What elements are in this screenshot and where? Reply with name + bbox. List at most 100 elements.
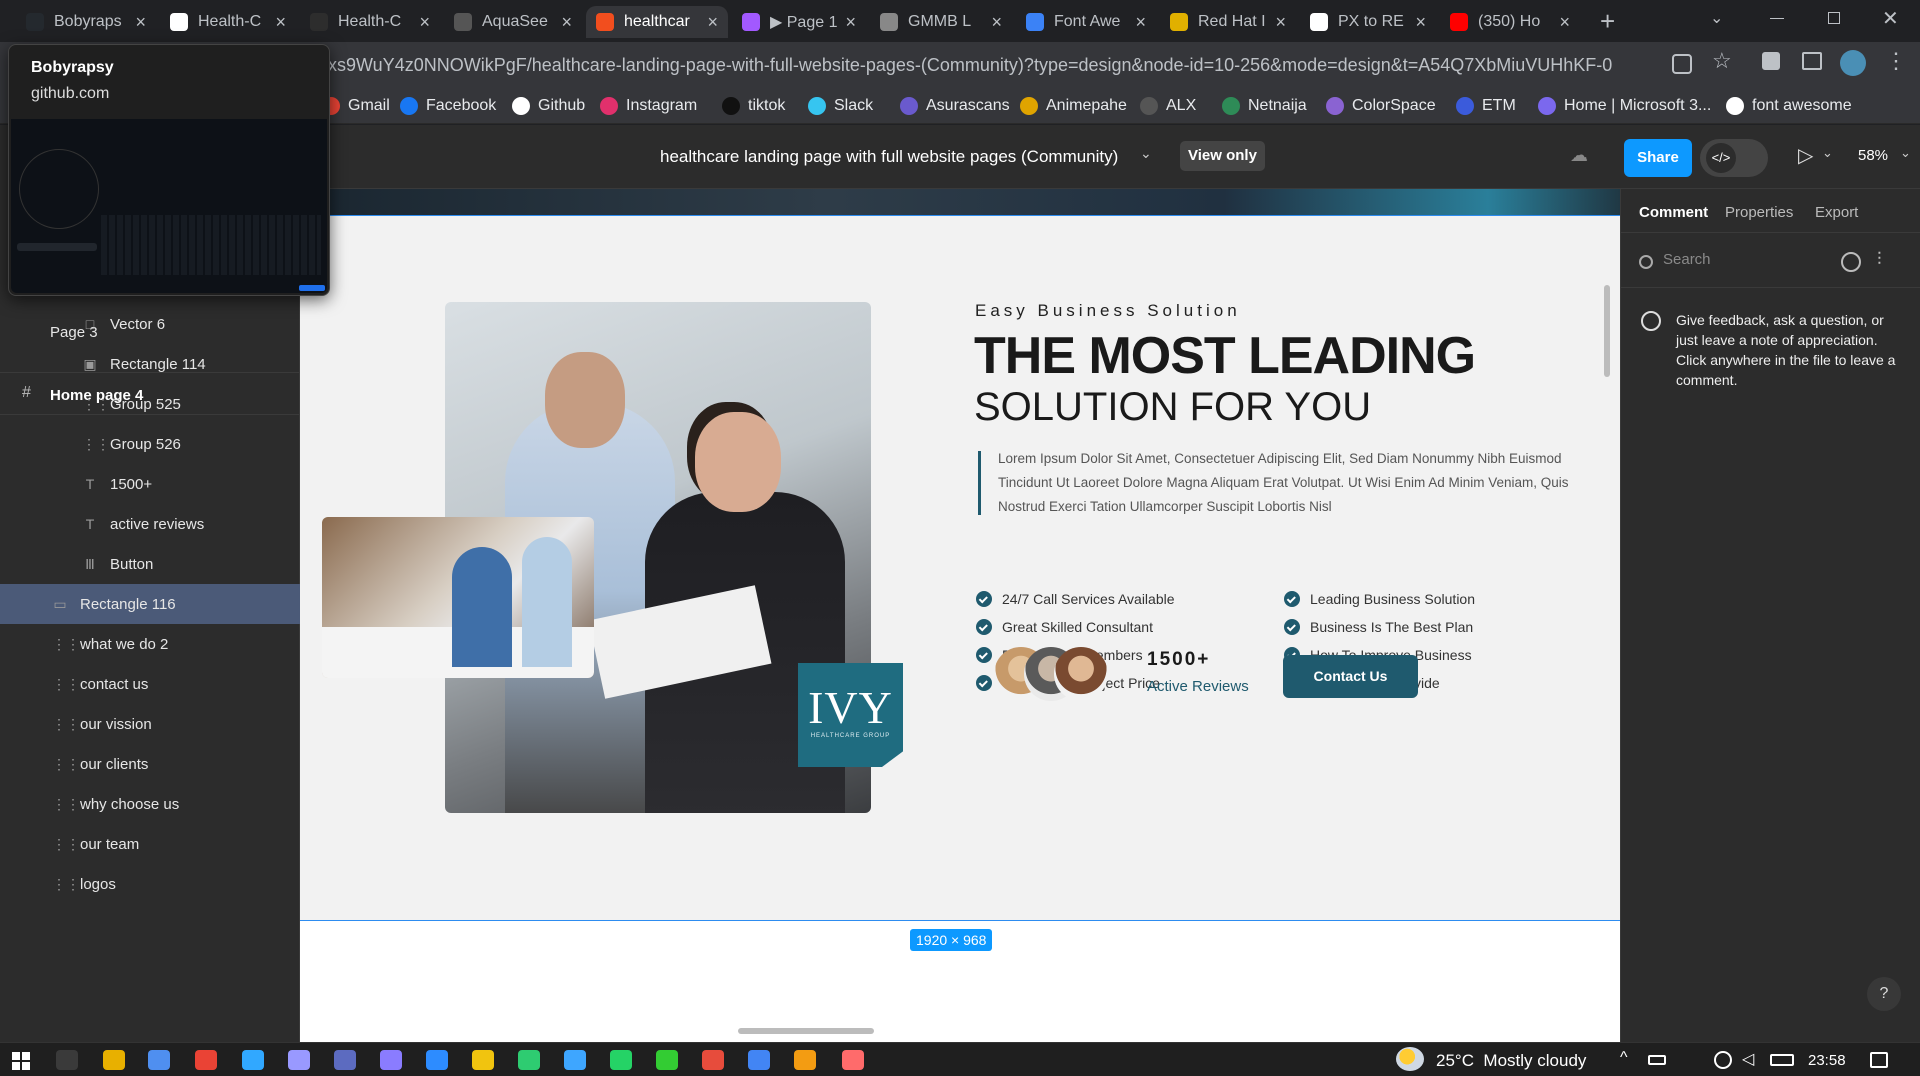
browser-menu-icon[interactable]: ⋮ xyxy=(1885,48,1907,74)
horizontal-scrollbar[interactable] xyxy=(738,1028,874,1034)
layer-item[interactable]: ⋮⋮ Group 526 xyxy=(0,424,300,464)
close-tab-icon[interactable]: × xyxy=(561,12,572,33)
close-tab-icon[interactable]: × xyxy=(419,12,430,33)
taskbar-app-icon[interactable] xyxy=(748,1050,770,1070)
chevron-down-icon[interactable]: ⌄ xyxy=(1822,145,1833,161)
browser-tab[interactable]: Font Awe × xyxy=(1016,6,1156,38)
taskbar-app-icon[interactable] xyxy=(564,1050,586,1070)
new-tab-icon[interactable]: + xyxy=(1600,6,1615,37)
close-tab-icon[interactable]: × xyxy=(275,12,286,33)
layer-item[interactable]: ⋮⋮ what we do 2 xyxy=(0,624,300,664)
taskbar-app-icon[interactable] xyxy=(842,1050,864,1070)
taskbar-app-icon[interactable] xyxy=(334,1050,356,1070)
taskbar-app-icon[interactable] xyxy=(426,1050,448,1070)
weather-text[interactable]: 25°C Mostly cloudy xyxy=(1436,1051,1586,1071)
restore-icon[interactable] xyxy=(1828,12,1840,24)
close-tab-icon[interactable]: × xyxy=(135,12,146,33)
clock[interactable]: 23:58 xyxy=(1808,1052,1846,1069)
filter-icon[interactable] xyxy=(1841,252,1861,272)
present-play-icon[interactable]: ▷ xyxy=(1798,143,1813,168)
comment-search-input[interactable]: Search xyxy=(1663,251,1711,268)
browser-tab[interactable]: Red Hat I × xyxy=(1160,6,1296,38)
layer-item[interactable]: T 1500+ xyxy=(0,464,300,504)
taskbar-app-icon[interactable] xyxy=(195,1050,217,1070)
figma-canvas[interactable]: 1920 × 968 IVY HEALTHCARE GROUP Easy Bus… xyxy=(300,189,1620,1042)
browser-tab[interactable]: PX to RE × xyxy=(1300,6,1436,38)
taskbar-app-icon[interactable] xyxy=(380,1050,402,1070)
browser-tab[interactable]: healthcar × xyxy=(586,6,728,38)
layer-item[interactable]: ▣ Rectangle 114 xyxy=(0,344,300,384)
taskbar-app-icon[interactable] xyxy=(242,1050,264,1070)
close-tab-icon[interactable]: × xyxy=(1559,12,1570,33)
bookmark-item[interactable]: Facebook xyxy=(400,94,496,118)
layer-item[interactable]: ⋮⋮ our team xyxy=(0,824,300,864)
panel-tab[interactable]: Comment xyxy=(1639,204,1708,221)
taskbar-app-icon[interactable] xyxy=(103,1050,125,1070)
file-title[interactable]: healthcare landing page with full websit… xyxy=(660,147,1118,167)
bookmark-item[interactable]: Asurascans xyxy=(900,94,1010,118)
tab-search-icon[interactable]: ⌄ xyxy=(1710,8,1723,28)
help-button[interactable]: ? xyxy=(1867,977,1901,1011)
browser-tab[interactable]: AquaSee × xyxy=(444,6,582,38)
minimize-icon[interactable] xyxy=(1770,18,1784,19)
layer-item[interactable]: ▭ Rectangle 116 xyxy=(0,584,300,624)
browser-tab[interactable]: (350) Ho × xyxy=(1440,6,1580,38)
windows-start-icon[interactable] xyxy=(12,1052,30,1070)
zoom-level[interactable]: 58% xyxy=(1858,147,1888,164)
bookmark-item[interactable]: Slack xyxy=(808,94,873,118)
layer-item[interactable]: ⋮⋮ our clients xyxy=(0,744,300,784)
close-tab-icon[interactable]: × xyxy=(1415,12,1426,33)
taskbar-app-icon[interactable] xyxy=(610,1050,632,1070)
side-panel-icon[interactable] xyxy=(1802,52,1822,70)
bookmark-star-icon[interactable]: ☆ xyxy=(1712,48,1732,74)
sliders-icon[interactable]: ⫶ xyxy=(1877,249,1882,270)
close-tab-icon[interactable]: × xyxy=(845,12,856,33)
bookmark-item[interactable]: ETM xyxy=(1456,94,1516,118)
bookmark-item[interactable]: font awesome xyxy=(1726,94,1852,118)
browser-tab[interactable]: ▶ Page 1 × xyxy=(732,6,866,38)
layer-item[interactable]: ⋮⋮ Group 525 xyxy=(0,384,300,424)
layer-item[interactable]: ⋮⋮ our vission xyxy=(0,704,300,744)
taskbar-app-icon[interactable] xyxy=(656,1050,678,1070)
layer-item[interactable]: ⋮⋮ contact us xyxy=(0,664,300,704)
close-tab-icon[interactable]: × xyxy=(1135,12,1146,33)
browser-tab[interactable]: Health-C × xyxy=(160,6,296,38)
taskbar-app-icon[interactable] xyxy=(518,1050,540,1070)
panel-tab[interactable]: Properties xyxy=(1725,204,1793,221)
bookmark-item[interactable]: Home | Microsoft 3... xyxy=(1538,94,1711,118)
taskbar-app-icon[interactable] xyxy=(288,1050,310,1070)
taskbar-app-icon[interactable] xyxy=(794,1050,816,1070)
address-bar[interactable]: xs9WuY4z0NNOWikPgF/healthcare-landing-pa… xyxy=(328,48,1648,82)
vertical-scrollbar[interactable] xyxy=(1604,285,1610,377)
share-page-icon[interactable] xyxy=(1672,54,1692,74)
bookmark-item[interactable]: Instagram xyxy=(600,94,697,118)
tray-chevron-icon[interactable]: ^ xyxy=(1620,1049,1628,1067)
dev-mode-toggle[interactable]: </> xyxy=(1700,139,1768,177)
bookmark-item[interactable]: ColorSpace xyxy=(1326,94,1436,118)
taskbar-app-icon[interactable] xyxy=(56,1050,78,1070)
layer-item[interactable]: Ⅲ Button xyxy=(0,544,300,584)
close-tab-icon[interactable]: × xyxy=(991,12,1002,33)
bookmark-item[interactable]: Github xyxy=(512,94,585,118)
browser-tab[interactable]: Bobyraps × xyxy=(16,6,156,38)
layer-item[interactable]: Tactive reviews xyxy=(0,504,300,544)
close-tab-icon[interactable]: × xyxy=(707,12,718,33)
bookmark-item[interactable]: Animepahe xyxy=(1020,94,1127,118)
chevron-down-icon[interactable]: ⌄ xyxy=(1140,145,1152,162)
chevron-down-icon[interactable]: ⌄ xyxy=(1900,145,1911,161)
close-window-icon[interactable]: ✕ xyxy=(1882,6,1899,31)
notifications-icon[interactable] xyxy=(1870,1052,1888,1068)
taskbar-app-icon[interactable] xyxy=(472,1050,494,1070)
layer-item[interactable]: □ Vector 6 xyxy=(0,304,300,344)
bookmark-item[interactable]: Gmail xyxy=(322,94,390,118)
extensions-icon[interactable] xyxy=(1762,52,1780,70)
browser-tab[interactable]: GMMB L × xyxy=(870,6,1012,38)
panel-tab[interactable]: Export xyxy=(1815,204,1858,221)
close-tab-icon[interactable]: × xyxy=(1275,12,1286,33)
bookmark-item[interactable]: tiktok xyxy=(722,94,785,118)
contact-us-button[interactable]: Contact Us xyxy=(1283,655,1418,698)
share-button[interactable]: Share xyxy=(1624,139,1692,177)
browser-tab[interactable]: Health-C × xyxy=(300,6,440,38)
layer-item[interactable]: ⋮⋮ logos xyxy=(0,864,300,904)
layer-item[interactable]: ⋮⋮ why choose us xyxy=(0,784,300,824)
